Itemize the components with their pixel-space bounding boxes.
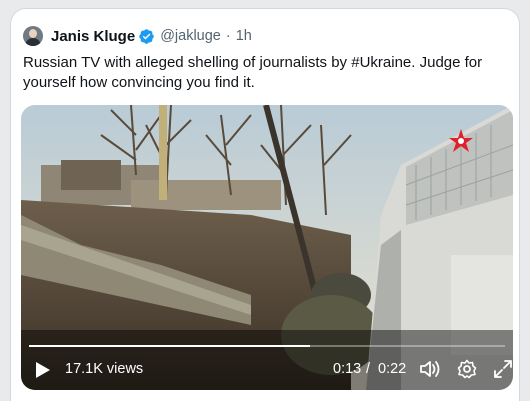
author-name[interactable]: Janis Kluge [51, 28, 135, 45]
tweet-card[interactable]: Janis Kluge @jakluge · 1h Russian TV wit… [10, 8, 520, 401]
hashtag-link[interactable]: #Ukraine [351, 54, 411, 71]
play-icon[interactable] [35, 361, 51, 379]
video-player[interactable]: 17.1K views 0:13 / 0:22 [21, 105, 513, 390]
view-count: 17.1K views [65, 361, 144, 377]
tweet-text-part: Russian TV with alleged shelling of jour… [23, 54, 352, 71]
current-time: 0:13 [333, 361, 362, 377]
verified-badge-icon [139, 28, 154, 44]
video-controls: 17.1K views 0:13 / 0:22 [21, 348, 513, 390]
avatar[interactable] [23, 26, 43, 46]
settings-gear-icon[interactable] [457, 359, 477, 379]
tweet-text: Russian TV with alleged shelling of jour… [23, 53, 503, 93]
progress-fill [29, 345, 310, 347]
volume-icon[interactable] [419, 359, 441, 379]
tweet-header: Janis Kluge @jakluge · 1h [23, 25, 252, 47]
duration: 0:22 [378, 361, 407, 377]
author-handle[interactable]: @jakluge [160, 28, 221, 44]
progress-bar[interactable] [29, 345, 505, 347]
tweet-time[interactable]: 1h [236, 28, 252, 44]
fullscreen-icon[interactable] [493, 359, 513, 379]
time-separator: / [366, 361, 371, 377]
dot-separator: · [225, 28, 231, 44]
